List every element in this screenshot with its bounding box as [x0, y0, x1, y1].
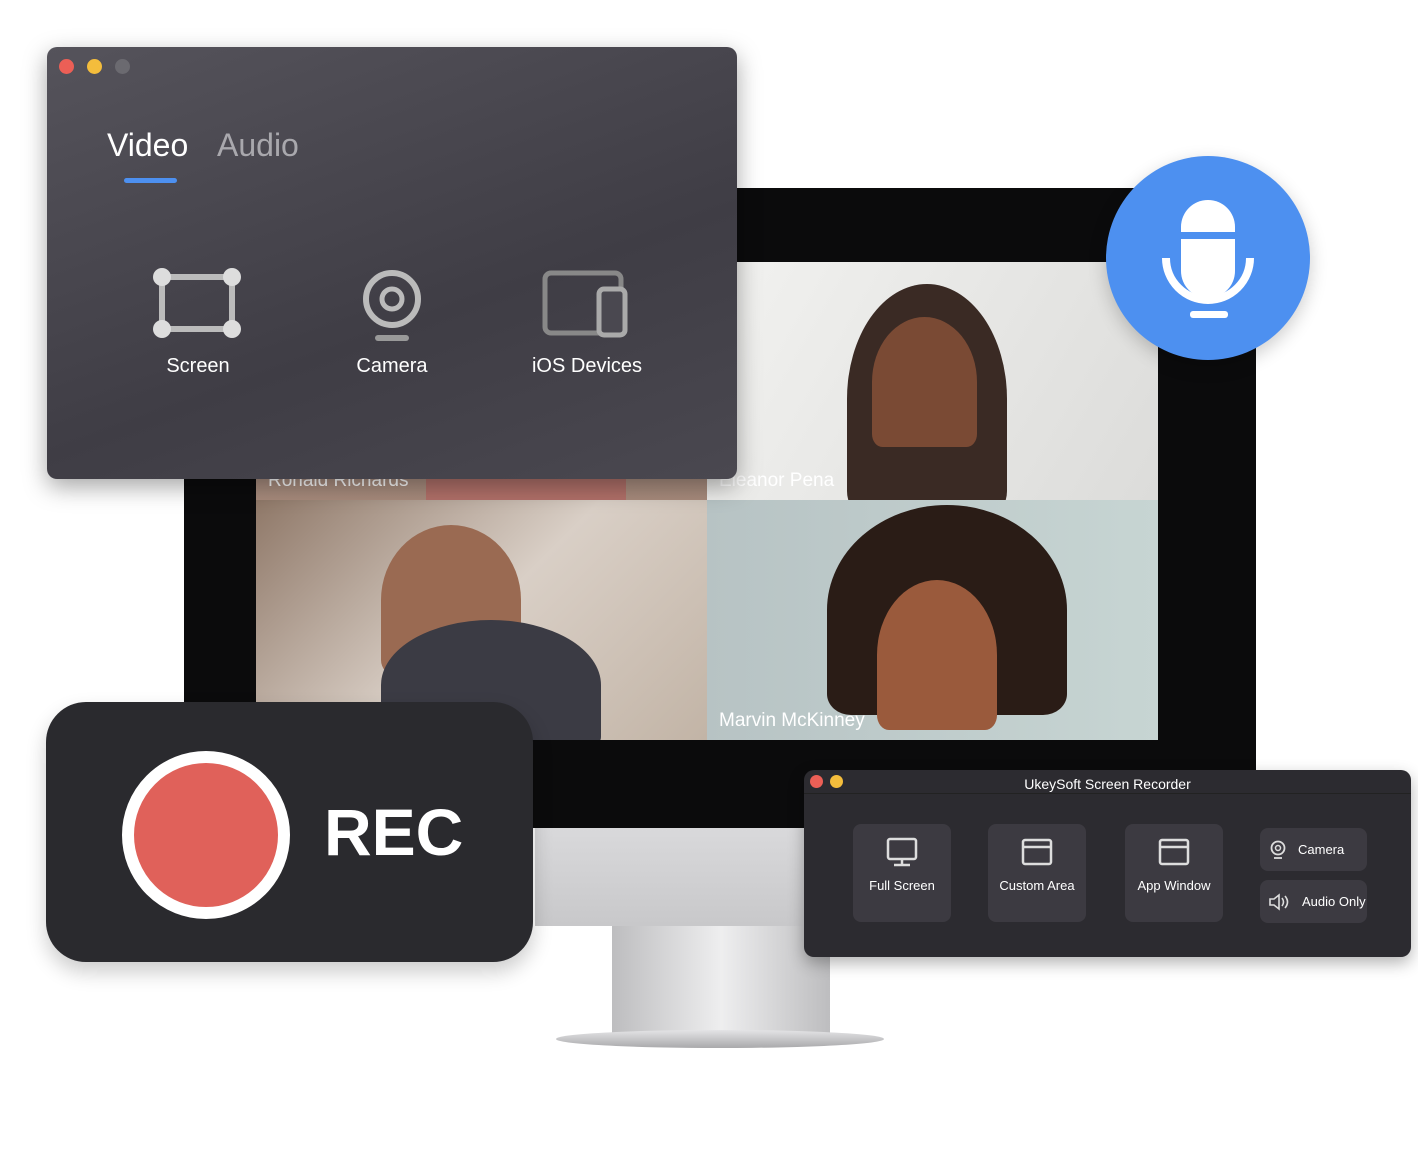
window-title: UkeySoft Screen Recorder	[804, 770, 1411, 794]
source-label: Camera	[356, 355, 428, 377]
devices-icon	[542, 270, 628, 338]
record-button[interactable]	[122, 751, 290, 919]
source-label: iOS Devices	[531, 355, 643, 377]
custom-area-button[interactable]: Custom Area	[988, 824, 1086, 922]
webcam-icon	[363, 270, 421, 341]
source-camera[interactable]: Camera	[302, 267, 482, 378]
minimize-button[interactable]	[87, 59, 102, 74]
video-tile: Eleanor Pena	[707, 262, 1158, 500]
tab-audio[interactable]: Audio	[217, 127, 299, 164]
minimize-button[interactable]	[830, 775, 843, 788]
source-label: Screen	[166, 355, 230, 377]
monitor-stand	[612, 926, 830, 1036]
microphone-badge	[1106, 156, 1310, 360]
source-ios-devices[interactable]: iOS Devices	[497, 267, 677, 378]
mode-label: Custom Area	[999, 878, 1075, 893]
window-icon	[1158, 838, 1190, 866]
source-screen[interactable]: Screen	[108, 267, 288, 378]
microphone-icon	[1162, 200, 1254, 318]
mode-label: Full Screen	[869, 878, 935, 893]
monitor-base	[556, 1030, 884, 1048]
option-label: Audio Only	[1302, 894, 1366, 909]
participant-name: Marvin McKinney	[719, 710, 865, 731]
speaker-icon	[1269, 892, 1289, 911]
audio-only-button[interactable]: Audio Only	[1260, 880, 1367, 923]
maximize-button[interactable]	[115, 59, 130, 74]
source-window: Video Audio Screen Camera iOS Devices	[47, 47, 737, 479]
tab-video[interactable]: Video	[107, 127, 188, 164]
option-label: Camera	[1298, 842, 1345, 857]
camera-button[interactable]: Camera	[1260, 828, 1367, 871]
rec-badge: REC	[46, 702, 533, 962]
app-window-button[interactable]: App Window	[1125, 824, 1223, 922]
monitor-icon	[886, 837, 918, 867]
rec-label: REC	[324, 795, 464, 869]
video-tile: Marvin McKinney	[707, 500, 1158, 740]
active-tab-indicator	[124, 178, 177, 183]
webcam-icon	[1270, 840, 1286, 859]
participant-name: Eleanor Pena	[719, 470, 835, 491]
close-button[interactable]	[810, 775, 823, 788]
window-icon	[1021, 838, 1053, 866]
full-screen-button[interactable]: Full Screen	[853, 824, 951, 922]
mode-label: App Window	[1137, 878, 1211, 893]
recorder-window: UkeySoft Screen Recorder Full Screen Cus…	[804, 770, 1411, 957]
screen-region-icon	[153, 268, 241, 338]
close-button[interactable]	[59, 59, 74, 74]
